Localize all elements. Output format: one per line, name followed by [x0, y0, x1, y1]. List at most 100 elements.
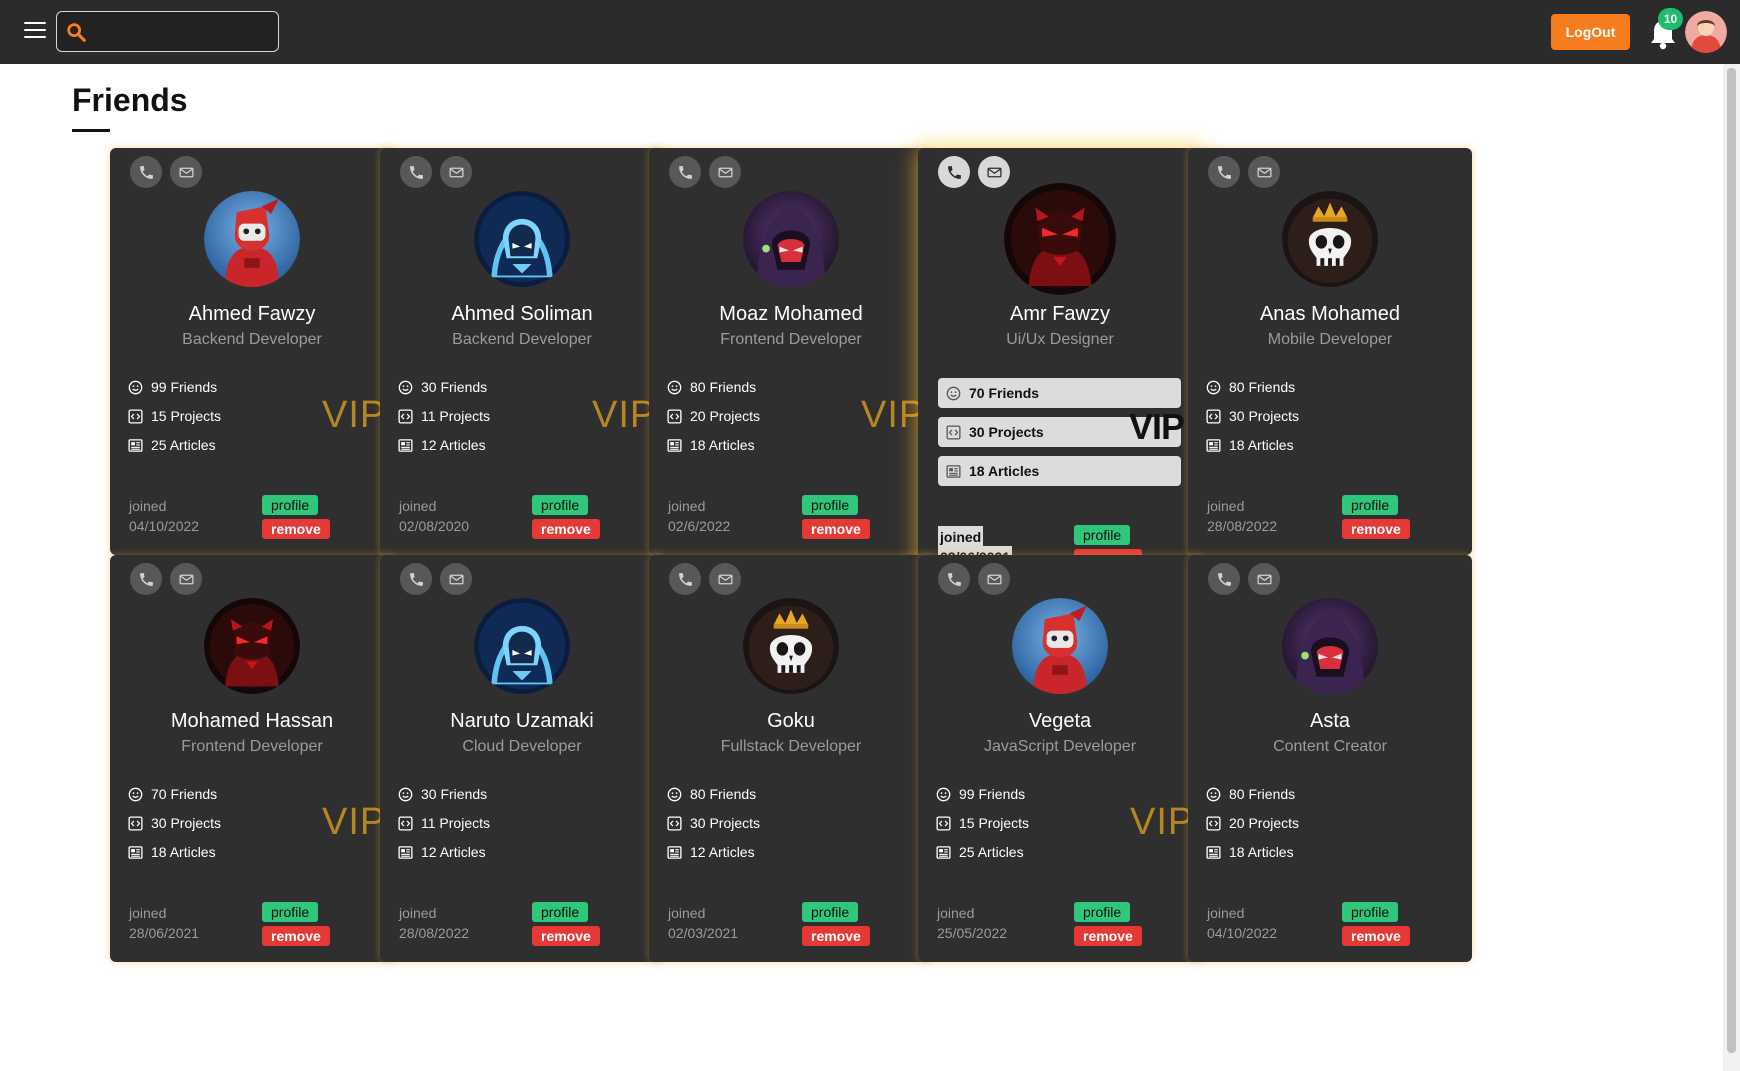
profile-button[interactable]: profile: [1074, 902, 1131, 922]
remove-button[interactable]: remove: [262, 926, 330, 946]
code-icon: [1206, 815, 1221, 831]
friend-name: Asta: [1309, 710, 1351, 732]
remove-button[interactable]: remove: [262, 519, 330, 539]
mail-icon[interactable]: [709, 156, 741, 188]
profile-button[interactable]: profile: [262, 495, 319, 515]
mail-icon[interactable]: [709, 563, 741, 595]
code-icon: [946, 424, 961, 440]
phone-icon[interactable]: [1208, 563, 1240, 595]
joined-date: 28/08/2022: [1207, 518, 1278, 534]
page-scrollbar[interactable]: [1723, 64, 1740, 1071]
hamburger-menu-icon[interactable]: [24, 22, 46, 40]
friend-name: Moaz Mohamed: [719, 303, 863, 325]
projects-count: 11 Projects: [398, 813, 490, 833]
remove-button[interactable]: remove: [802, 519, 870, 539]
projects-count: 30 Projects: [128, 813, 221, 833]
profile-button[interactable]: profile: [802, 902, 859, 922]
phone-icon[interactable]: [400, 156, 432, 188]
articles-count: 18 Articles: [938, 456, 1181, 486]
newspaper-icon: [667, 845, 682, 859]
mail-icon[interactable]: [170, 156, 202, 188]
friend-card-2: Ahmed Soliman Backend Developer 30 Frien…: [380, 148, 664, 555]
joined-date: 02/6/2022: [668, 518, 731, 534]
stat-text: 20 Projects: [690, 408, 761, 424]
friends-count: 80 Friends: [1206, 377, 1295, 397]
stat-text: 80 Friends: [690, 786, 757, 802]
smiley-icon: [128, 380, 143, 394]
smiley-icon: [946, 386, 961, 400]
remove-button[interactable]: remove: [1342, 519, 1410, 539]
stat-text: 18 Articles: [690, 437, 755, 453]
mail-icon[interactable]: [440, 563, 472, 595]
newspaper-icon: [128, 845, 143, 859]
user-avatar[interactable]: [1685, 11, 1727, 53]
newspaper-icon: [936, 845, 951, 859]
profile-button[interactable]: profile: [1342, 902, 1399, 922]
profile-button[interactable]: profile: [1342, 495, 1399, 515]
phone-icon[interactable]: [1208, 156, 1240, 188]
profile-button[interactable]: profile: [532, 495, 589, 515]
newspaper-icon: [398, 845, 413, 859]
joined-label: joined: [937, 905, 975, 921]
stat-text: 70 Friends: [151, 786, 218, 802]
smiley-icon: [1206, 380, 1221, 394]
remove-button[interactable]: remove: [532, 519, 600, 539]
stat-text: 12 Articles: [421, 437, 486, 453]
friend-card-10: Asta Content Creator 80 Friends 20 Proje…: [1188, 555, 1472, 962]
remove-button[interactable]: remove: [1342, 926, 1410, 946]
profile-button[interactable]: profile: [262, 902, 319, 922]
code-icon: [398, 815, 413, 831]
projects-count: 15 Projects: [128, 406, 221, 426]
logout-button[interactable]: LogOut: [1551, 14, 1630, 50]
phone-icon[interactable]: [130, 156, 162, 188]
mail-icon[interactable]: [170, 563, 202, 595]
phone-icon[interactable]: [400, 563, 432, 595]
profile-button[interactable]: profile: [802, 495, 859, 515]
joined-label: joined: [938, 526, 984, 548]
newspaper-icon: [667, 438, 682, 452]
articles-count: 18 Articles: [667, 435, 755, 455]
friends-count: 99 Friends: [936, 784, 1025, 804]
remove-button[interactable]: remove: [802, 926, 870, 946]
joined-date: 04/10/2022: [129, 518, 200, 534]
friends-count: 30 Friends: [398, 784, 487, 804]
mail-icon[interactable]: [1248, 563, 1280, 595]
projects-count: 20 Projects: [1206, 813, 1299, 833]
friends-count: 80 Friends: [667, 784, 756, 804]
friend-name: Mohamed Hassan: [170, 710, 334, 732]
phone-icon[interactable]: [669, 563, 701, 595]
notification-badge: 10: [1658, 8, 1683, 30]
smiley-icon: [667, 380, 682, 394]
code-icon: [128, 408, 143, 424]
stat-text: 30 Projects: [690, 815, 761, 831]
friend-role: Frontend Developer: [181, 738, 323, 755]
joined-label: joined: [668, 905, 706, 921]
code-icon: [1206, 408, 1221, 424]
phone-icon[interactable]: [130, 563, 162, 595]
search-box[interactable]: [56, 11, 279, 52]
stat-text: 11 Projects: [421, 408, 490, 424]
profile-button[interactable]: profile: [532, 902, 589, 922]
mail-icon[interactable]: [978, 563, 1010, 595]
friends-count: 80 Friends: [667, 377, 756, 397]
stat-text: 18 Articles: [151, 844, 216, 860]
mail-icon[interactable]: [978, 156, 1010, 188]
phone-icon[interactable]: [669, 156, 701, 188]
mail-icon[interactable]: [1248, 156, 1280, 188]
stat-text: 99 Friends: [151, 379, 218, 395]
purple-hood-avatar: [1282, 598, 1378, 694]
friend-card-9: Vegeta JavaScript Developer 99 Friends 1…: [918, 555, 1202, 962]
title-underline: [72, 129, 110, 132]
red-ninja-dark-avatar: [1004, 183, 1116, 295]
phone-icon[interactable]: [938, 156, 970, 188]
profile-button[interactable]: profile: [1074, 525, 1131, 545]
vip-badge: VIP: [592, 394, 657, 436]
purple-hood-avatar: [743, 191, 839, 287]
scrollbar-thumb[interactable]: [1727, 68, 1736, 1053]
newspaper-icon: [946, 464, 961, 478]
remove-button[interactable]: remove: [1074, 926, 1142, 946]
remove-button[interactable]: remove: [532, 926, 600, 946]
phone-icon[interactable]: [938, 563, 970, 595]
mail-icon[interactable]: [440, 156, 472, 188]
search-input[interactable]: [93, 12, 273, 50]
